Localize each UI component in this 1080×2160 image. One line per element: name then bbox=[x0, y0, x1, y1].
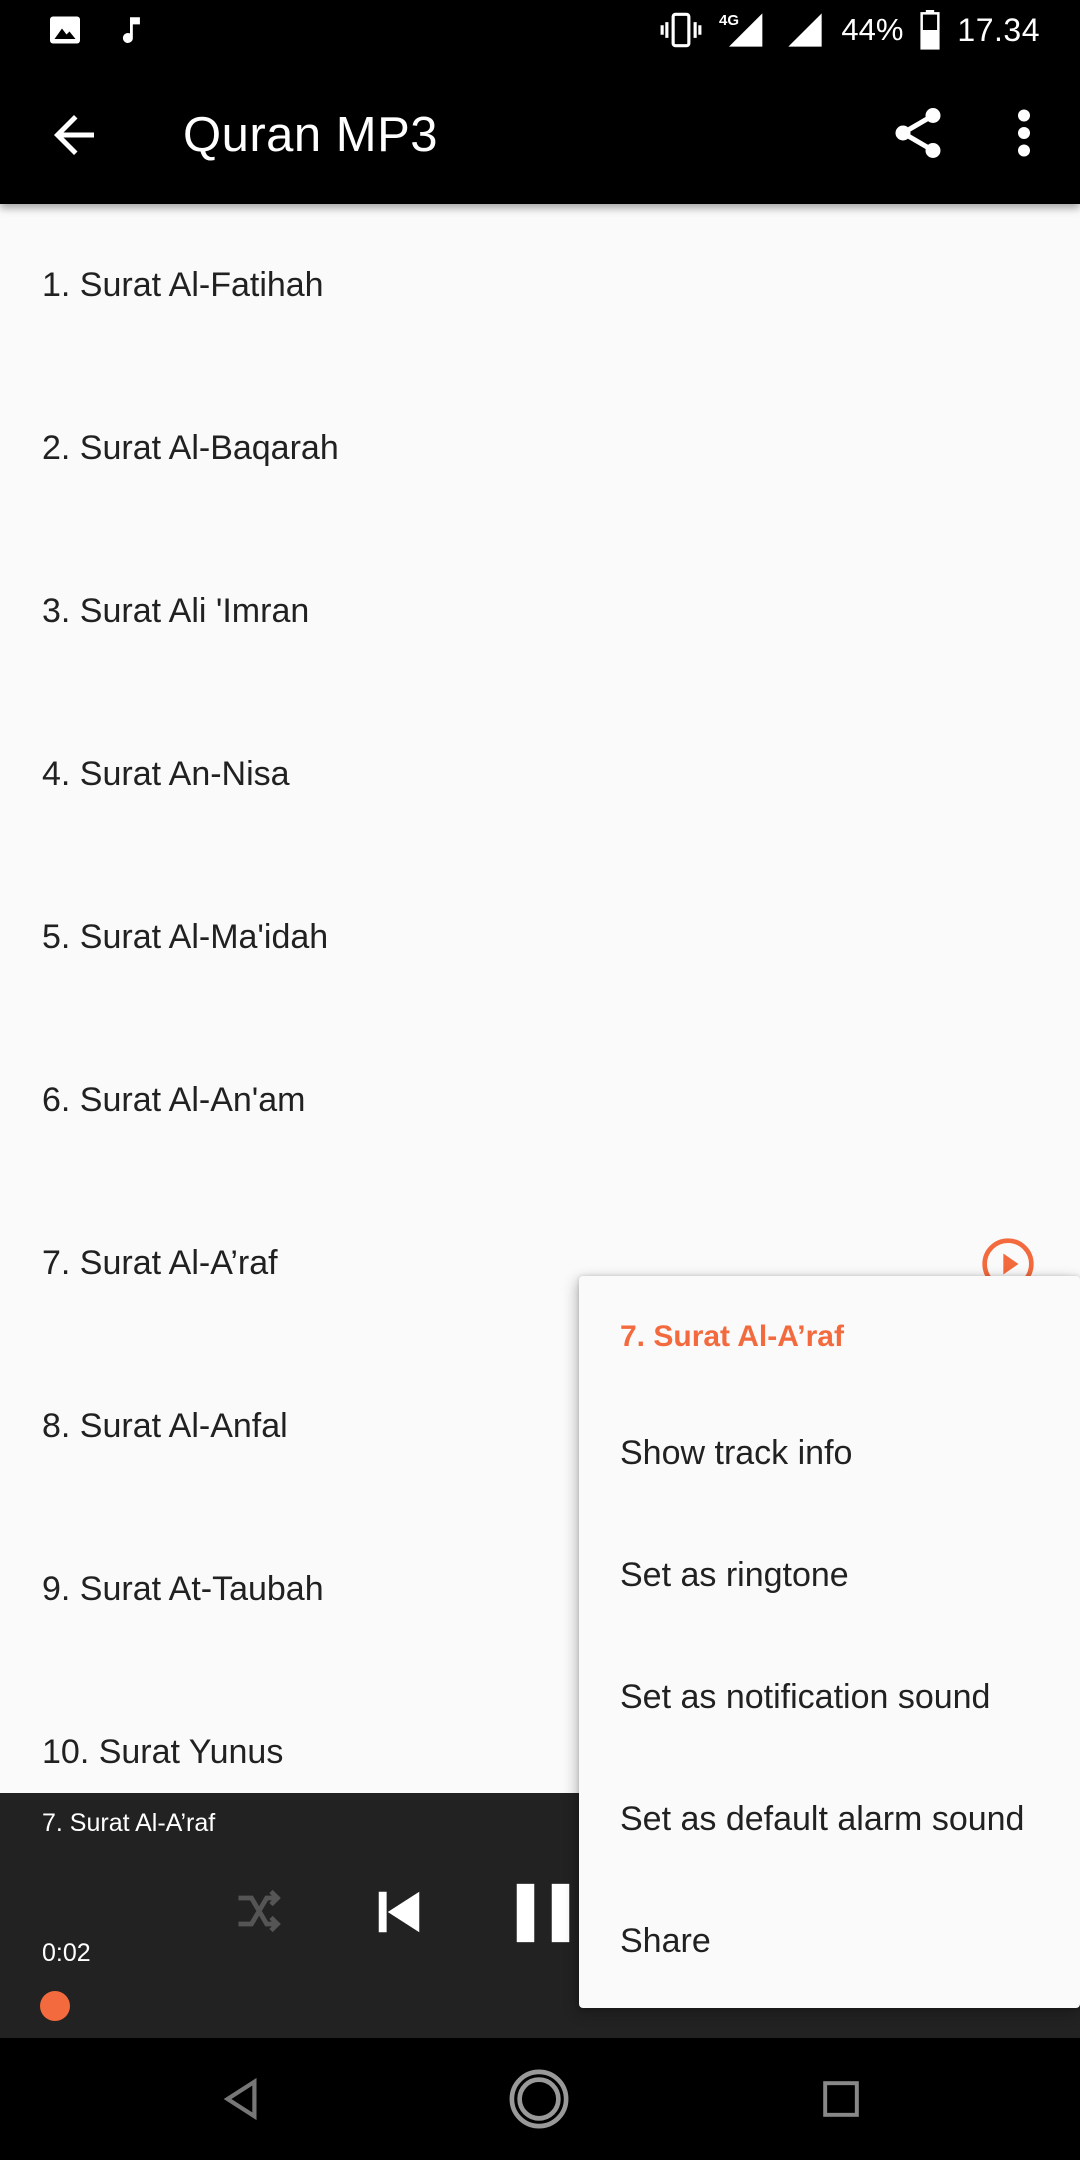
share-icon[interactable] bbox=[888, 103, 948, 163]
list-item[interactable]: 5. Surat Al-Ma'idah bbox=[0, 856, 1080, 1019]
menu-item-set-alarm-sound[interactable]: Set as default alarm sound bbox=[620, 1800, 1024, 1839]
nav-back-icon[interactable] bbox=[218, 2076, 264, 2122]
list-item[interactable]: 1. Surat Al-Fatihah bbox=[0, 204, 1080, 367]
list-item-label: 2. Surat Al-Baqarah bbox=[42, 429, 339, 467]
list-item-label: 3. Surat Ali 'Imran bbox=[42, 592, 310, 630]
list-item[interactable]: 4. Surat An-Nisa bbox=[0, 693, 1080, 856]
back-arrow-icon[interactable] bbox=[44, 105, 104, 165]
signal-icon bbox=[788, 13, 823, 47]
menu-item-set-ringtone[interactable]: Set as ringtone bbox=[620, 1556, 849, 1595]
svg-text:4G: 4G bbox=[719, 12, 739, 29]
list-item-label: 10. Surat Yunus bbox=[42, 1733, 284, 1771]
list-item[interactable]: 3. Surat Ali 'Imran bbox=[0, 530, 1080, 693]
clock: 17.34 bbox=[957, 11, 1040, 48]
signal-4g-icon: 4G bbox=[719, 12, 763, 47]
battery-percent: 44% bbox=[841, 12, 904, 47]
list-item[interactable]: 6. Surat Al-An'am bbox=[0, 1019, 1080, 1182]
list-item-label: 4. Surat An-Nisa bbox=[42, 755, 290, 793]
battery-icon bbox=[920, 10, 941, 50]
pause-icon[interactable] bbox=[508, 1877, 578, 1949]
vibrate-icon bbox=[660, 12, 702, 48]
menu-item-set-notification-sound[interactable]: Set as notification sound bbox=[620, 1678, 990, 1717]
skip-previous-icon[interactable] bbox=[372, 1885, 426, 1939]
now-playing-title: 7. Surat Al-A’raf bbox=[42, 1809, 216, 1837]
image-icon bbox=[50, 16, 80, 44]
shuffle-icon[interactable] bbox=[232, 1885, 284, 1937]
list-item-label: 5. Surat Al-Ma'idah bbox=[42, 918, 329, 956]
nav-home-icon[interactable] bbox=[508, 2068, 570, 2130]
list-item[interactable]: 2. Surat Al-Baqarah bbox=[0, 367, 1080, 530]
track-context-menu: 7. Surat Al-A’raf Show track info Set as… bbox=[579, 1276, 1080, 2008]
menu-title: 7. Surat Al-A’raf bbox=[620, 1320, 844, 1353]
list-item-label: 9. Surat At-Taubah bbox=[42, 1570, 324, 1608]
elapsed-time: 0:02 bbox=[42, 1939, 91, 1967]
nav-recents-icon[interactable] bbox=[822, 2080, 860, 2118]
music-note-icon bbox=[122, 17, 140, 43]
list-item-label: 7. Surat Al-A’raf bbox=[42, 1244, 278, 1282]
seek-handle[interactable] bbox=[40, 1991, 70, 2021]
list-item-label: 1. Surat Al-Fatihah bbox=[42, 266, 324, 304]
system-nav-bar bbox=[0, 2038, 1080, 2160]
menu-item-show-track-info[interactable]: Show track info bbox=[620, 1434, 852, 1473]
list-item-label: 8. Surat Al-Anfal bbox=[42, 1407, 288, 1445]
app-bar: Quran MP3 bbox=[0, 63, 1080, 204]
more-vert-icon[interactable] bbox=[1000, 103, 1048, 163]
status-bar: 4G 44% 17.34 bbox=[0, 0, 1080, 63]
menu-item-share[interactable]: Share bbox=[620, 1922, 711, 1961]
app-title: Quran MP3 bbox=[183, 108, 439, 162]
list-item-label: 6. Surat Al-An'am bbox=[42, 1081, 306, 1119]
